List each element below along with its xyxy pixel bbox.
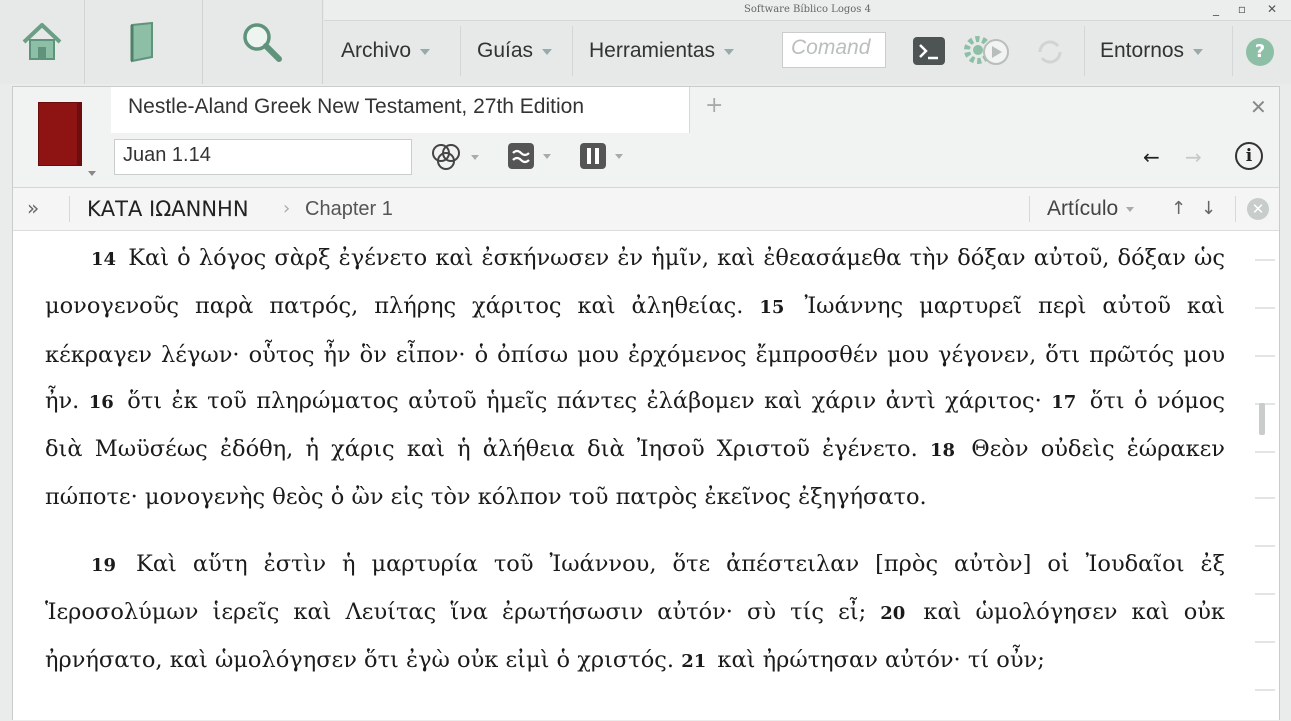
- search-icon: [243, 23, 282, 62]
- chevron-down-icon: [724, 49, 735, 55]
- scroll-marker: [1255, 259, 1275, 261]
- scroll-marker: [1255, 545, 1275, 547]
- minimize-button[interactable]: _: [1208, 2, 1224, 16]
- verse-text: καὶ ἠρώτησαν αὐτόν· τί οὖν;: [717, 647, 1045, 674]
- previous-article-button[interactable]: ↑: [1171, 198, 1186, 219]
- next-article-button[interactable]: ↓: [1201, 198, 1216, 219]
- menu-guias-label: Guías: [477, 39, 534, 62]
- verse-number[interactable]: 21: [681, 651, 706, 672]
- forward-button[interactable]: →: [1185, 145, 1202, 169]
- scroll-marker: [1255, 641, 1275, 643]
- terminal-icon[interactable]: [912, 36, 946, 66]
- toolbar-divider: [1232, 26, 1233, 76]
- breadcrumb-divider: [1029, 196, 1030, 222]
- navigation-type-label: Artículo: [1047, 197, 1119, 220]
- chevron-down-icon: [543, 153, 551, 159]
- menu-entornos-label: Entornos: [1100, 39, 1185, 62]
- main-toolbar: Software Bíblico Logos 4 _ ▫ ✕ Archivo G…: [0, 0, 1291, 84]
- verse-number[interactable]: 19: [91, 555, 116, 576]
- info-button[interactable]: i: [1235, 142, 1263, 170]
- chevron-down-icon: [1126, 206, 1135, 212]
- venn-icon: [432, 144, 460, 170]
- verse-text: ὅτι ἐκ τοῦ πληρώματος αὐτοῦ ἡμεῖς πάντες…: [127, 387, 1042, 414]
- scroll-marker: [1255, 593, 1275, 595]
- close-window-button[interactable]: ✕: [1264, 2, 1280, 16]
- verse-number[interactable]: 14: [91, 249, 116, 270]
- scrollbar[interactable]: [1251, 235, 1277, 721]
- panel-header: Nestle-Aland Greek New Testament, 27th E…: [13, 87, 1279, 188]
- toolbar-divider: [460, 26, 461, 76]
- tab-title: Nestle-Aland Greek New Testament, 27th E…: [128, 95, 585, 118]
- breadcrumb-book[interactable]: ΚΑΤΑ ΙΩΑΝΝΗΝ: [87, 197, 249, 221]
- back-button[interactable]: ←: [1143, 145, 1160, 169]
- menu-archivo[interactable]: Archivo: [341, 34, 431, 68]
- paragraph: 19 Καὶ αὕτη ἐστὶν ἡ μαρτυρία τοῦ Ἰωάννου…: [45, 541, 1225, 686]
- menu-archivo-label: Archivo: [341, 39, 412, 62]
- chevron-down-icon: [1193, 49, 1204, 55]
- chevron-down-icon: [420, 49, 431, 55]
- resource-text: 14 Καὶ ὁ λόγος σὰρξ ἐγένετο καὶ ἐσκήνωσε…: [45, 235, 1225, 686]
- chevron-down-icon: [471, 154, 479, 160]
- book-cover-icon[interactable]: [38, 102, 82, 166]
- menu-entornos[interactable]: Entornos: [1100, 34, 1204, 68]
- columns-icon: [580, 143, 606, 169]
- menu-herramientas[interactable]: Herramientas: [589, 34, 735, 68]
- parallel-resources-button[interactable]: [507, 142, 551, 170]
- search-button[interactable]: [202, 0, 323, 84]
- breadcrumb: » ΚΑΤΑ ΙΩΑΝΝΗΝ › Chapter 1 Artículo ↑ ↓ …: [13, 188, 1279, 231]
- verse-number[interactable]: 17: [1051, 392, 1076, 413]
- chevron-down-icon: [615, 153, 623, 159]
- close-icon[interactable]: ✕: [1247, 198, 1269, 220]
- navigation-type-dropdown[interactable]: Artículo: [1047, 197, 1135, 221]
- expand-sidebar-button[interactable]: »: [27, 196, 39, 220]
- toolbar-divider: [1084, 26, 1085, 76]
- breadcrumb-chapter[interactable]: Chapter 1: [305, 198, 393, 221]
- breadcrumb-divider: [1235, 196, 1236, 222]
- scroll-marker: [1255, 451, 1275, 453]
- verse-number[interactable]: 15: [759, 297, 784, 318]
- sync-icon[interactable]: [1034, 36, 1066, 68]
- gear-play-icon[interactable]: [962, 32, 1012, 70]
- library-button[interactable]: [84, 0, 203, 84]
- home-icon: [22, 23, 62, 60]
- maximize-button[interactable]: ▫: [1234, 2, 1250, 16]
- verse-number[interactable]: 20: [880, 603, 905, 624]
- scroll-marker: [1255, 307, 1275, 309]
- help-icon[interactable]: ?: [1246, 38, 1274, 66]
- verse-number[interactable]: 18: [930, 440, 955, 461]
- chevron-down-icon[interactable]: [88, 171, 96, 176]
- verse-number[interactable]: 16: [89, 392, 114, 413]
- paragraph: 14 Καὶ ὁ λόγος σὰρξ ἐγένετο καὶ ἐσκήνωσε…: [45, 235, 1225, 521]
- scroll-marker: [1255, 497, 1275, 499]
- reference-input[interactable]: Juan 1.14: [114, 139, 412, 175]
- window-title: Software Bíblico Logos 4: [744, 4, 871, 15]
- breadcrumb-divider: [69, 196, 70, 222]
- breadcrumb-separator-icon: ›: [283, 198, 291, 219]
- scroll-marker: [1255, 689, 1275, 691]
- visual-filters-button[interactable]: [429, 142, 479, 172]
- home-button[interactable]: [0, 0, 85, 84]
- resource-panel: Nestle-Aland Greek New Testament, 27th E…: [12, 86, 1280, 720]
- scroll-marker: [1255, 355, 1275, 357]
- add-tab-button[interactable]: +: [705, 93, 723, 118]
- scroll-marker: [1255, 403, 1275, 405]
- tab-resource[interactable]: Nestle-Aland Greek New Testament, 27th E…: [111, 87, 690, 133]
- library-book-icon: [130, 21, 153, 63]
- parallel-icon: [508, 143, 534, 169]
- close-panel-button[interactable]: ✕: [1250, 95, 1267, 119]
- toolbar-divider: [572, 26, 573, 76]
- menu-guias[interactable]: Guías: [477, 34, 553, 68]
- scroll-thumb[interactable]: [1259, 403, 1265, 435]
- command-input[interactable]: Comand: [782, 32, 886, 68]
- layout-button[interactable]: [579, 142, 623, 170]
- menu-herramientas-label: Herramientas: [589, 39, 716, 62]
- title-bar: Software Bíblico Logos 4 _ ▫ ✕: [324, 0, 1291, 21]
- chevron-down-icon: [542, 49, 553, 55]
